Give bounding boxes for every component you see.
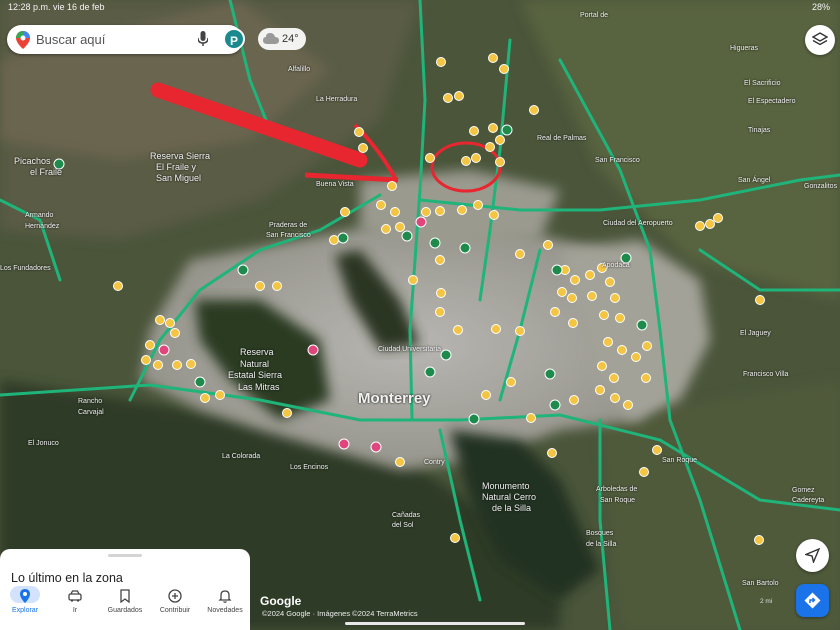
tab-contribuir[interactable]: Contribuir	[150, 584, 200, 630]
map-label[interactable]: Praderas de	[269, 222, 307, 229]
map-label[interactable]: San Roque	[662, 457, 697, 464]
map-attribution: ©2024 Google · Imágenes ©2024 TerraMetri…	[262, 609, 418, 618]
my-location-button[interactable]	[796, 539, 829, 572]
map-label[interactable]: el Fraile	[30, 167, 62, 177]
pin-icon	[20, 589, 30, 603]
microphone-icon[interactable]	[197, 31, 209, 52]
map-label[interactable]: San Ángel	[738, 177, 770, 184]
temperature: 24°	[282, 33, 299, 45]
map-label[interactable]: Armando	[25, 212, 53, 219]
map-label[interactable]: Las Mitras	[238, 382, 280, 392]
map-label[interactable]: Tinajas	[748, 127, 770, 134]
tab-label: Explorar	[11, 607, 39, 614]
bottom-sheet[interactable]: Lo último en la zona Explorar Ir Guardad…	[0, 549, 250, 630]
map-label[interactable]: Los Fundadores	[0, 265, 51, 272]
layers-button[interactable]	[805, 25, 835, 55]
satellite-map[interactable]	[0, 0, 840, 630]
tab-novedades[interactable]: Novedades	[200, 584, 250, 630]
map-label[interactable]: Gomez	[792, 487, 815, 494]
avatar[interactable]: P	[223, 28, 245, 50]
add-circle-icon	[168, 589, 182, 603]
map-label[interactable]: El Espectadero	[748, 98, 795, 105]
map-label[interactable]: Rancho	[78, 398, 102, 405]
map-label[interactable]: Gonzalitos	[804, 183, 837, 190]
navigation-arrow-icon	[805, 548, 820, 563]
directions-icon	[804, 592, 821, 609]
map-label[interactable]: Monumento	[482, 481, 530, 491]
map-label[interactable]: El Sacrificio	[744, 80, 781, 87]
status-time: 12:28 p.m. vie 16 de feb	[8, 2, 105, 12]
sheet-handle[interactable]	[108, 554, 142, 557]
map-label[interactable]: San Francisco	[266, 232, 311, 239]
map-label[interactable]: Reserva Sierra	[150, 151, 210, 161]
map-label[interactable]: del Sol	[392, 522, 413, 529]
layers-icon	[812, 32, 828, 46]
map-label[interactable]: de la Silla	[586, 541, 616, 548]
car-icon	[68, 590, 82, 602]
maps-pin-icon	[16, 31, 30, 54]
tab-explorar[interactable]: Explorar	[0, 584, 50, 630]
tab-label: Ir	[72, 607, 78, 614]
tab-label: Novedades	[207, 607, 243, 614]
map-label[interactable]: San Bartolo	[742, 580, 779, 587]
city-label[interactable]: Monterrey	[358, 390, 431, 407]
map-label[interactable]: Apodaca	[602, 262, 630, 269]
map-label[interactable]: Estatal Sierra	[228, 370, 282, 380]
map-label[interactable]: San Francisco	[595, 157, 640, 164]
map-label[interactable]: Ciudad del Aeropuerto	[603, 220, 673, 227]
tab-label: Guardados	[107, 607, 143, 614]
map-label[interactable]: Buena Vista	[316, 181, 354, 188]
map-label[interactable]: Real de Palmas	[537, 135, 586, 142]
search-input[interactable]: Buscar aquí	[36, 32, 105, 47]
map-label[interactable]: de la Silla	[492, 503, 531, 513]
search-bar[interactable]: Buscar aquí P	[7, 25, 245, 54]
map-label[interactable]: Natural	[240, 359, 269, 369]
tab-label: Contribuir	[159, 607, 191, 614]
map-label[interactable]: Arboledas de	[596, 486, 637, 493]
bookmark-icon	[120, 589, 130, 603]
map-label[interactable]: Reserva	[240, 347, 274, 357]
map-label[interactable]: Cañadas	[392, 512, 420, 519]
map-label[interactable]: El Jonuco	[28, 440, 59, 447]
battery-level: 28%	[811, 2, 830, 12]
map-label[interactable]: Picachos	[14, 156, 51, 166]
map-label[interactable]: Cadereyta	[792, 497, 824, 504]
map-label[interactable]: Hernández	[25, 223, 59, 230]
map-label[interactable]: El Jaguey	[740, 330, 771, 337]
map-label[interactable]: San Roque	[600, 497, 635, 504]
map-label[interactable]: Bosques	[586, 530, 613, 537]
bell-icon	[218, 590, 232, 603]
directions-button[interactable]	[796, 584, 829, 617]
map-label[interactable]: Contry	[424, 459, 445, 466]
map-label[interactable]: La Colorada	[222, 453, 260, 460]
map-label[interactable]: La Herradura	[316, 96, 357, 103]
bottom-nav: Explorar Ir Guardados Contribuir Novedad…	[0, 584, 250, 630]
map-label[interactable]: Francisco Villa	[743, 371, 788, 378]
scale-bar: 2 mi	[760, 598, 773, 605]
sheet-title: Lo último en la zona	[11, 571, 123, 585]
map-label[interactable]: Natural Cerro	[482, 492, 536, 502]
map-label[interactable]: El Fraile y	[156, 162, 196, 172]
map-label[interactable]: Higueras	[730, 45, 758, 52]
map-label[interactable]: Carvajal	[78, 409, 104, 416]
map-label[interactable]: Alfalillo	[288, 66, 310, 73]
tab-guardados[interactable]: Guardados	[100, 584, 150, 630]
map-label[interactable]: Los Encinos	[290, 464, 328, 471]
google-logo: Google	[260, 594, 302, 608]
tab-ir[interactable]: Ir	[50, 584, 100, 630]
status-bar: 12:28 p.m. vie 16 de feb 28%	[0, 0, 840, 14]
cloud-icon	[263, 33, 279, 47]
map-label[interactable]: Ciudad Universitaria	[378, 346, 441, 353]
map-label[interactable]: San Miguel	[156, 173, 201, 183]
weather-chip[interactable]: 24°	[258, 28, 306, 50]
home-indicator	[345, 622, 525, 625]
